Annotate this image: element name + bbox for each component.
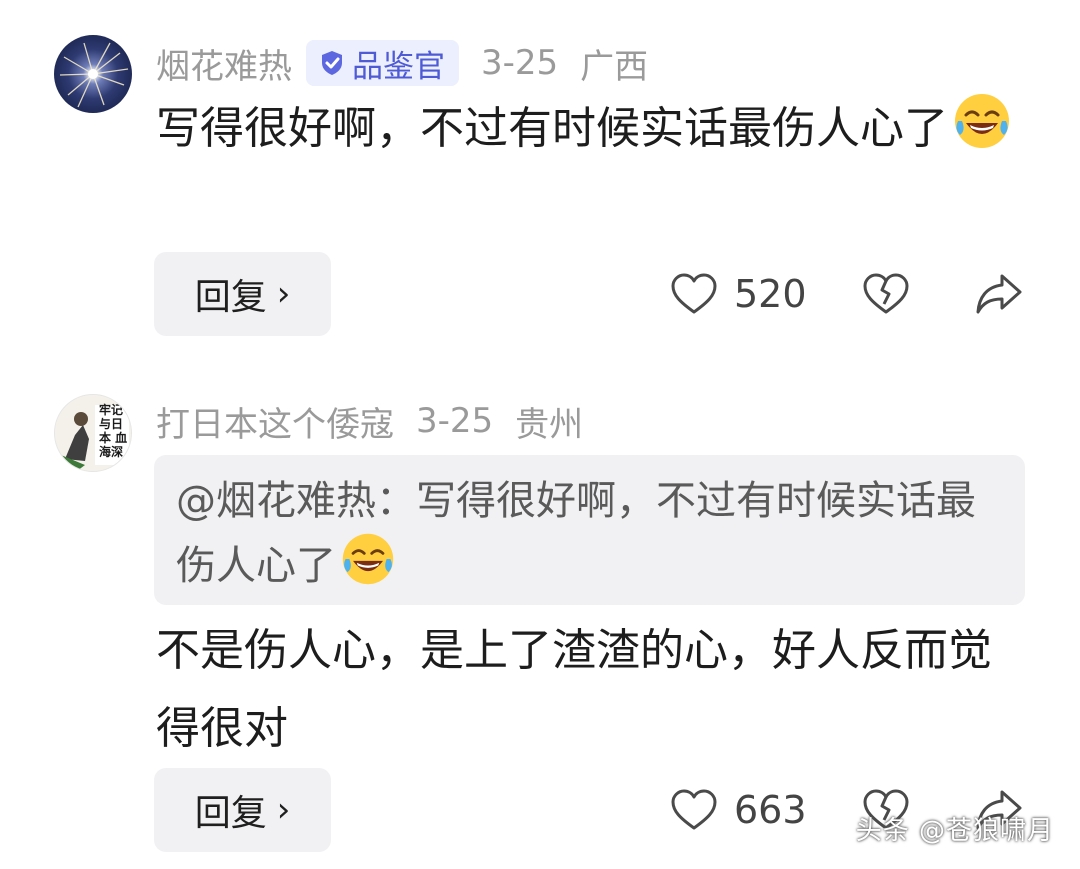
comment-meta: 烟花难热 品鉴官 3-25 广西: [156, 38, 648, 88]
heart-outline-icon[interactable]: [670, 272, 718, 316]
avatar[interactable]: 牢记 与日本 血海深: [54, 394, 132, 472]
reply-button[interactable]: 回复 ›: [154, 252, 331, 336]
avatar[interactable]: [54, 35, 132, 113]
like-count: 663: [734, 788, 807, 832]
comment-text-content: 写得很好啊，不过有时候实话最伤人心了: [156, 103, 948, 154]
username[interactable]: 打日本这个倭寇: [156, 397, 394, 446]
firework-avatar-image: [59, 42, 129, 108]
comment-date: 3-25: [481, 43, 559, 83]
quoted-comment[interactable]: @烟花难热：写得很好啊，不过有时候实话最伤人心了: [154, 455, 1025, 605]
comment-meta: 打日本这个倭寇 3-25 贵州: [156, 396, 583, 446]
reply-label: 回复: [194, 793, 267, 834]
chevron-right-icon: ›: [276, 790, 291, 830]
check-shield-icon: [322, 51, 342, 75]
comment-text-content: 不是伤人心，是上了渣渣的心，好人反而觉得很对: [156, 625, 992, 754]
avatar-poster-text: 牢记 与日本 血海深: [99, 403, 128, 459]
comment-text: 写得很好啊，不过有时候实话最伤人心了: [156, 90, 1016, 168]
like-count: 520: [734, 272, 807, 316]
share-arrow-icon[interactable]: [974, 272, 1024, 316]
laughing-tears-emoji: [342, 533, 394, 585]
quoted-text: @烟花难热：写得很好啊，不过有时候实话最伤人心了: [176, 478, 976, 589]
chevron-right-icon: ›: [276, 274, 291, 314]
role-badge: 品鉴官: [306, 40, 459, 86]
comment-text: 不是伤人心，是上了渣渣的心，好人反而觉得很对: [156, 612, 1016, 768]
laughing-tears-emoji: [955, 94, 1009, 148]
badge-label: 品鉴官: [352, 48, 445, 85]
broken-heart-icon[interactable]: [862, 272, 910, 316]
reply-label: 回复: [194, 277, 267, 318]
reply-button[interactable]: 回复 ›: [154, 768, 331, 852]
username[interactable]: 烟花难热: [156, 39, 292, 88]
watermark: 头条 @苍狼啸月: [855, 816, 1054, 846]
comment-location: 贵州: [515, 404, 584, 445]
comment-actions: 520: [668, 252, 1048, 336]
heart-outline-icon[interactable]: [670, 788, 718, 832]
comment-date: 3-25: [416, 401, 494, 441]
comment-location: 广西: [580, 46, 649, 87]
